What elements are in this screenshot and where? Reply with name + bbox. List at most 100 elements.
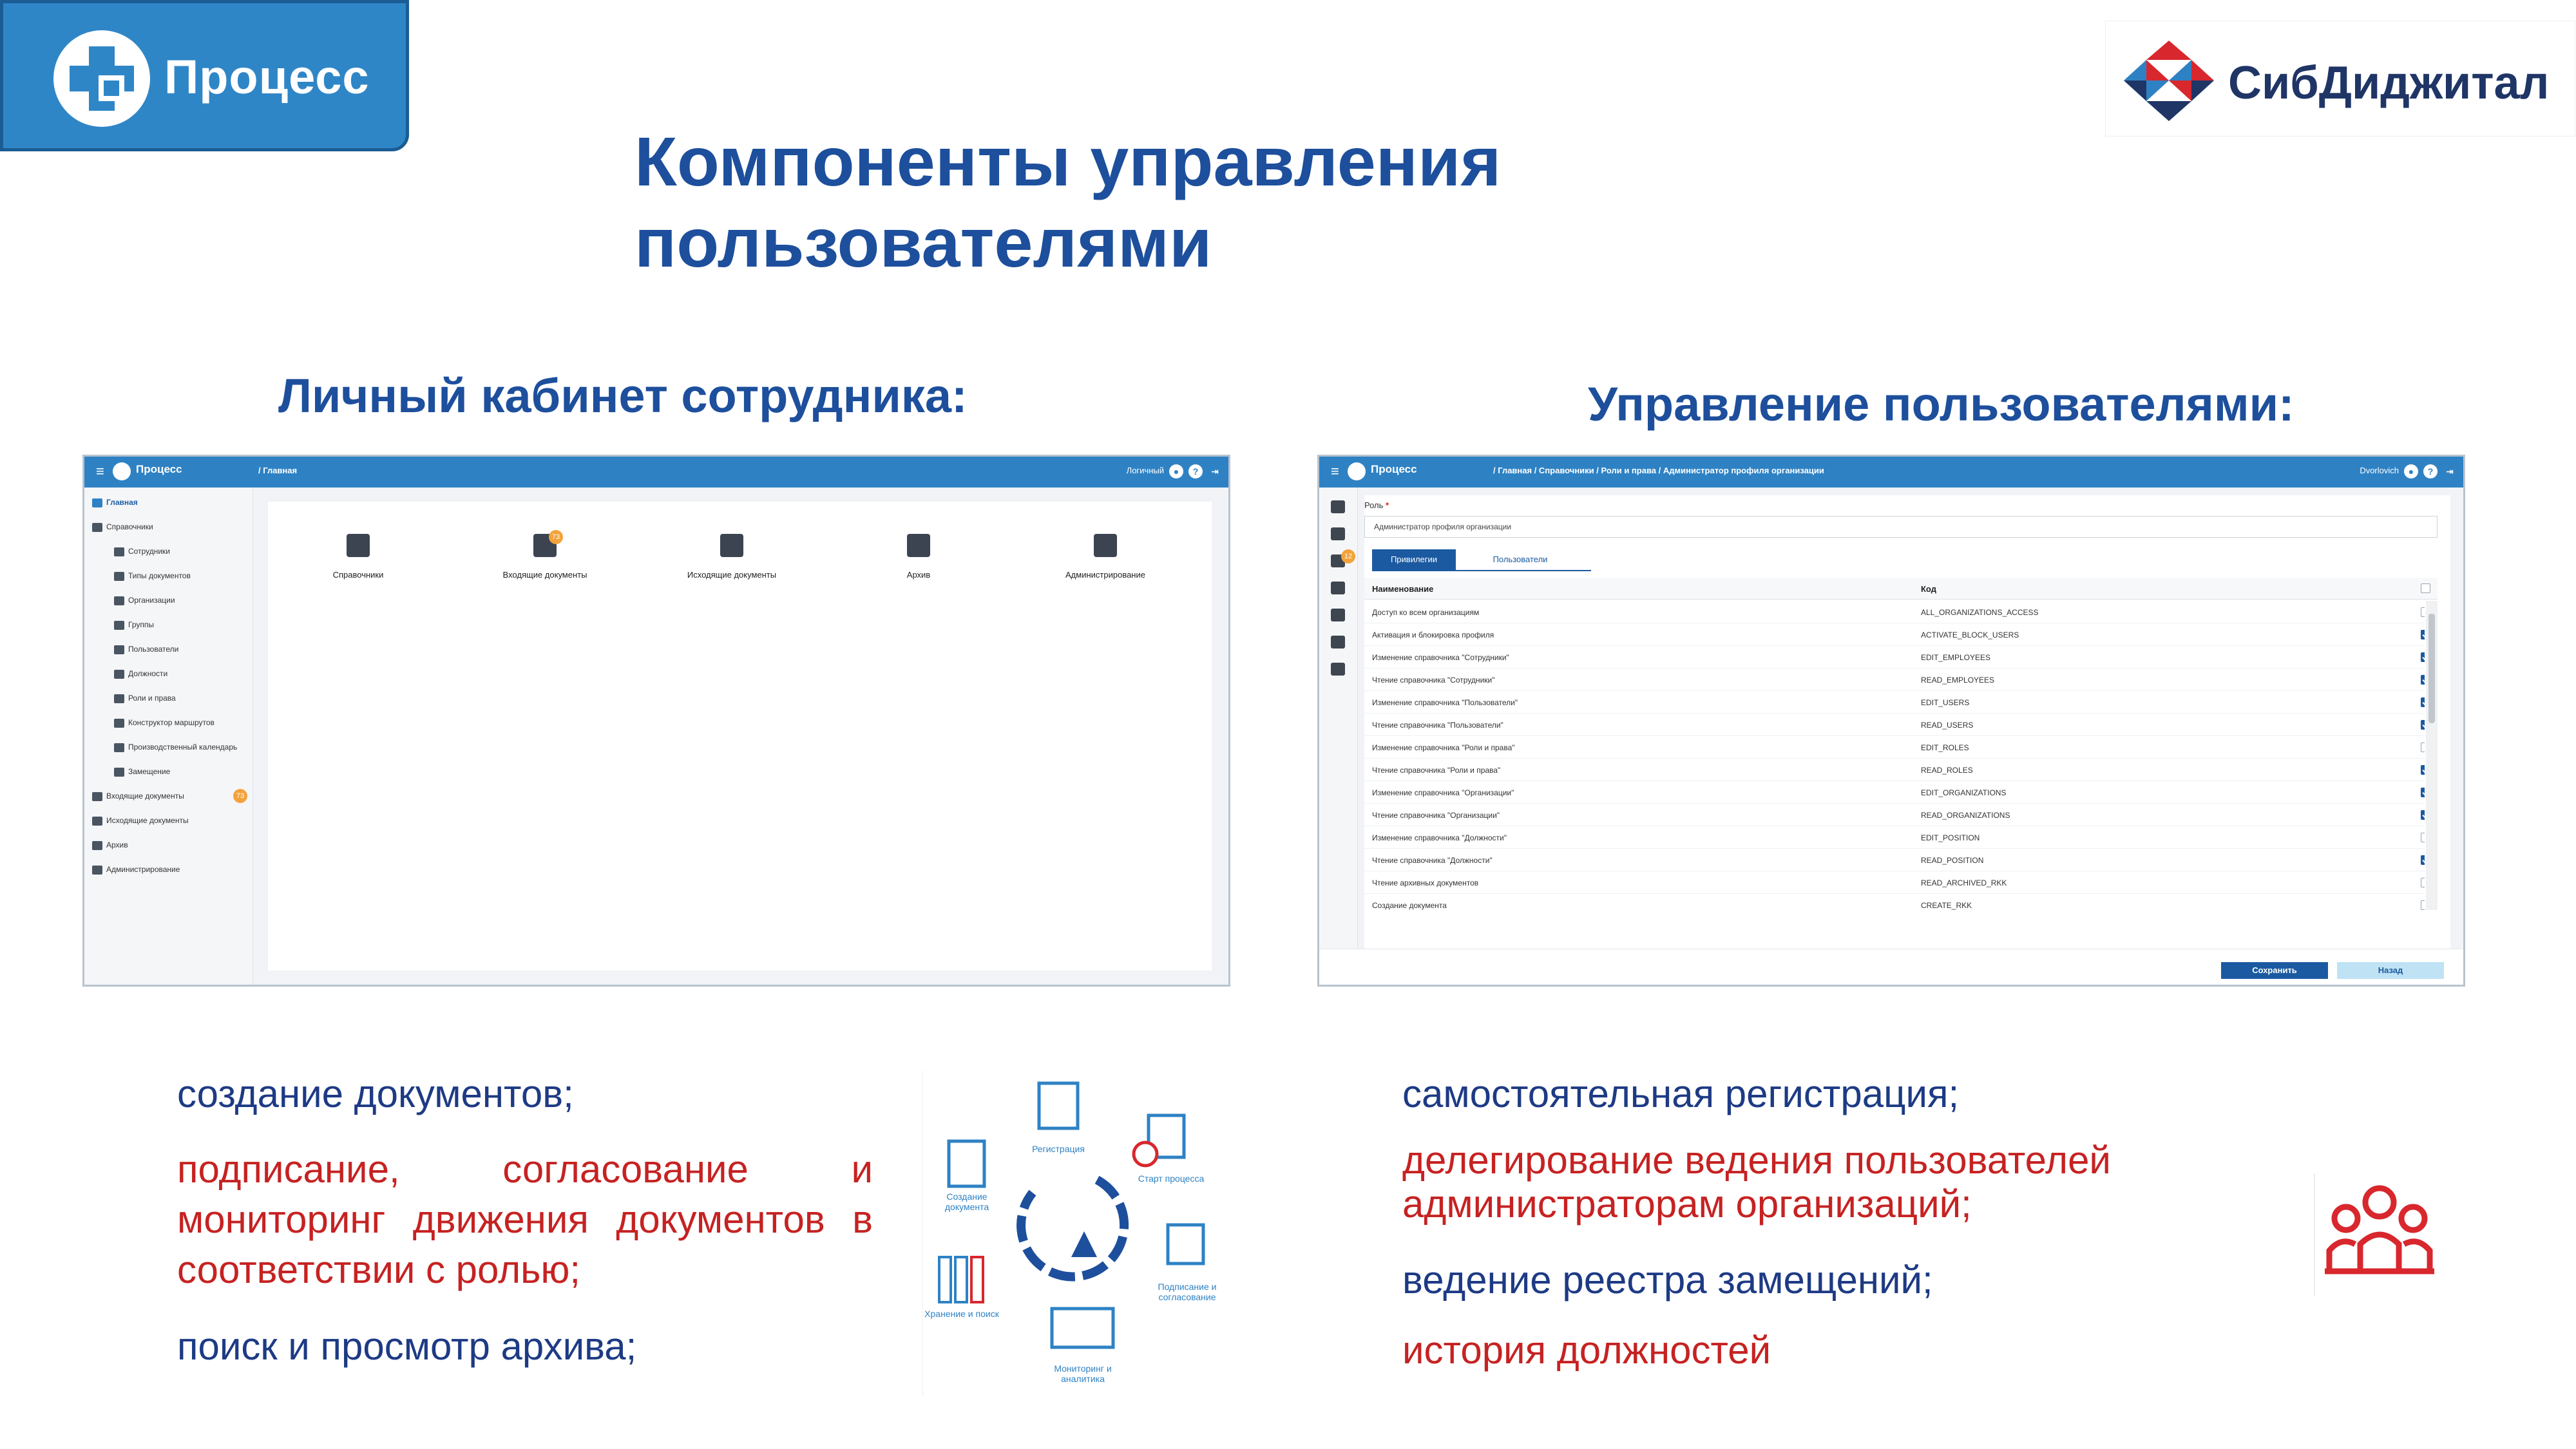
table-row[interactable]: Доступ ко всем организациям ALL_ORGANIZAT… xyxy=(1364,601,2425,623)
sidebar-item-label: Типы документов xyxy=(128,571,191,580)
menu-icon[interactable]: ≡ xyxy=(1331,464,1345,478)
step-storage: Хранение и поиск xyxy=(924,1309,999,1319)
privilege-checkbox[interactable] xyxy=(2421,630,2425,639)
sidebar-item[interactable]: Сотрудники xyxy=(114,547,170,556)
select-all-checkbox[interactable] xyxy=(2421,583,2430,593)
table-row[interactable]: Чтение справочника "Организации" READ_ORG… xyxy=(1364,804,2425,826)
table-row[interactable]: Изменение справочника "Роли и права" EDIT… xyxy=(1364,736,2425,759)
privilege-checkbox[interactable] xyxy=(2421,855,2425,865)
privilege-code: ALL_ORGANIZATIONS_ACCESS xyxy=(1921,608,2039,617)
column-name[interactable]: Наименование xyxy=(1372,584,1433,594)
logout-icon[interactable]: ⇥ xyxy=(2443,464,2457,478)
privilege-checkbox[interactable] xyxy=(2421,810,2425,820)
tab-users[interactable]: Пользователи xyxy=(1462,549,1578,570)
dashboard-tile[interactable]: Архив xyxy=(841,534,996,580)
privilege-code: EDIT_EMPLOYEES xyxy=(1921,653,1991,662)
table-row[interactable]: Изменение справочника "Организации" EDIT_… xyxy=(1364,781,2425,804)
tile-label: Справочники xyxy=(332,570,384,580)
sidebar-item[interactable]: Замещение xyxy=(114,767,170,777)
tab-privileges[interactable]: Привилегии xyxy=(1372,549,1456,570)
table-row[interactable]: Чтение архивных документов READ_ARCHIVED_… xyxy=(1364,871,2425,894)
sidebar-item[interactable]: Исходящие документы xyxy=(92,816,189,826)
privilege-code: READ_ROLES xyxy=(1921,766,1973,775)
table-row[interactable]: Создание документа CREATE_RKK xyxy=(1364,894,2425,910)
user-icon[interactable]: ● xyxy=(1169,464,1183,478)
privilege-code: EDIT_ORGANIZATIONS xyxy=(1921,788,2007,797)
book-icon[interactable] xyxy=(1331,527,1345,540)
logout-icon[interactable]: ⇥ xyxy=(1208,464,1222,478)
user-name[interactable]: Dvorlovich xyxy=(2360,466,2399,475)
sidebar-item[interactable]: Главная xyxy=(92,498,138,507)
sidebar-item-icon xyxy=(114,743,124,752)
sidebar-item[interactable]: Должности xyxy=(114,669,167,679)
sidebar-item-label: Группы xyxy=(128,620,154,629)
sidebar-item[interactable]: Архив xyxy=(92,840,128,850)
privilege-checkbox[interactable] xyxy=(2421,697,2425,707)
column-code[interactable]: Код xyxy=(1921,584,1936,594)
privilege-checkbox[interactable] xyxy=(2421,743,2425,752)
sidebar-item[interactable]: Конструктор маршрутов xyxy=(114,718,215,728)
back-button[interactable]: Назад xyxy=(2337,962,2444,979)
form-footer: Сохранить Назад xyxy=(1319,949,2463,985)
sidebar-item-label: Входящие документы xyxy=(106,791,184,800)
dashboard-tile[interactable]: Справочники xyxy=(281,534,435,580)
outbox-icon[interactable] xyxy=(1331,582,1345,594)
breadcrumb[interactable]: / Главная xyxy=(258,466,297,475)
gears-icon[interactable] xyxy=(1331,663,1345,676)
table-row[interactable]: Чтение справочника "Пользователи" READ_US… xyxy=(1364,714,2425,736)
sidebar-item-label: Замещение xyxy=(128,767,171,776)
process-logo-icon xyxy=(53,30,150,127)
breadcrumb[interactable]: / Главная / Справочники / Роли и права /… xyxy=(1493,466,1824,475)
clipboard-icon[interactable] xyxy=(1331,636,1345,649)
table-row[interactable]: Изменение справочника "Пользователи" EDIT… xyxy=(1364,691,2425,714)
user-icon[interactable]: ● xyxy=(2404,464,2418,478)
sidebar-item-icon xyxy=(114,547,124,556)
dashboard-tile[interactable]: Исходящие документы xyxy=(654,534,809,580)
process-logo: Процесс xyxy=(0,0,409,151)
privilege-name: Чтение справочника "Должности" xyxy=(1372,856,1493,865)
user-name[interactable]: Логичный xyxy=(1127,466,1164,475)
table-row[interactable]: Чтение справочника "Роли и права" READ_RO… xyxy=(1364,759,2425,781)
privilege-checkbox[interactable] xyxy=(2421,900,2425,910)
sidebar-item[interactable]: Группы xyxy=(114,620,154,630)
privilege-checkbox[interactable] xyxy=(2421,878,2425,887)
step-document-creation: Создание документа xyxy=(944,1191,989,1212)
privilege-code: EDIT_POSITION xyxy=(1921,833,1980,842)
sidebar-item[interactable]: Входящие документы xyxy=(92,791,184,801)
privilege-checkbox[interactable] xyxy=(2421,607,2425,617)
table-row[interactable]: Чтение справочника "Сотрудники" READ_EMPL… xyxy=(1364,668,2425,691)
sidebar-item[interactable]: Роли и права xyxy=(114,694,176,703)
home-icon[interactable] xyxy=(1331,500,1345,513)
table-row[interactable]: Изменение справочника "Сотрудники" EDIT_E… xyxy=(1364,646,2425,668)
table-row[interactable]: Чтение справочника "Должности" READ_POSIT… xyxy=(1364,849,2425,871)
privilege-checkbox[interactable] xyxy=(2421,788,2425,797)
sidebar-item[interactable]: Организации xyxy=(114,596,175,605)
help-icon[interactable]: ? xyxy=(2423,464,2438,478)
table-row[interactable]: Изменение справочника "Должности" EDIT_PO… xyxy=(1364,826,2425,849)
step-registration: Регистрация xyxy=(1032,1144,1085,1154)
table-row[interactable]: Активация и блокировка профиля ACTIVATE_B… xyxy=(1364,623,2425,646)
privilege-checkbox[interactable] xyxy=(2421,675,2425,685)
privilege-checkbox[interactable] xyxy=(2421,833,2425,842)
dashboard-tile[interactable]: 73 Входящие документы xyxy=(468,530,622,580)
employee-dashboard-screenshot: ≡ Процесс / Главная Логичный ● ? ⇥ Главн… xyxy=(82,455,1230,987)
vertical-scrollbar[interactable] xyxy=(2426,601,2438,910)
privilege-name: Изменение справочника "Организации" xyxy=(1372,788,1514,797)
privilege-name: Чтение справочника "Пользователи" xyxy=(1372,721,1503,730)
sidebar-item[interactable]: Пользователи xyxy=(114,645,178,654)
app-logo-icon xyxy=(113,462,131,480)
sidebar-item[interactable]: Справочники xyxy=(92,522,153,532)
privilege-checkbox[interactable] xyxy=(2421,720,2425,730)
sidebar-item[interactable]: Администрирование xyxy=(92,865,180,875)
role-input[interactable]: Администратор профиля организации xyxy=(1364,516,2438,538)
help-icon[interactable]: ? xyxy=(1188,464,1203,478)
privilege-checkbox[interactable] xyxy=(2421,652,2425,662)
sidebar-item[interactable]: Типы документов xyxy=(114,571,191,581)
archive-icon[interactable] xyxy=(1331,609,1345,621)
step-process-start: Старт процесса xyxy=(1138,1173,1205,1184)
sidebar-item[interactable]: Производственный календарь xyxy=(114,743,237,752)
menu-icon[interactable]: ≡ xyxy=(96,464,110,478)
privilege-checkbox[interactable] xyxy=(2421,765,2425,775)
save-button[interactable]: Сохранить xyxy=(2221,962,2328,979)
dashboard-tile[interactable]: Администрирование xyxy=(1028,534,1183,580)
